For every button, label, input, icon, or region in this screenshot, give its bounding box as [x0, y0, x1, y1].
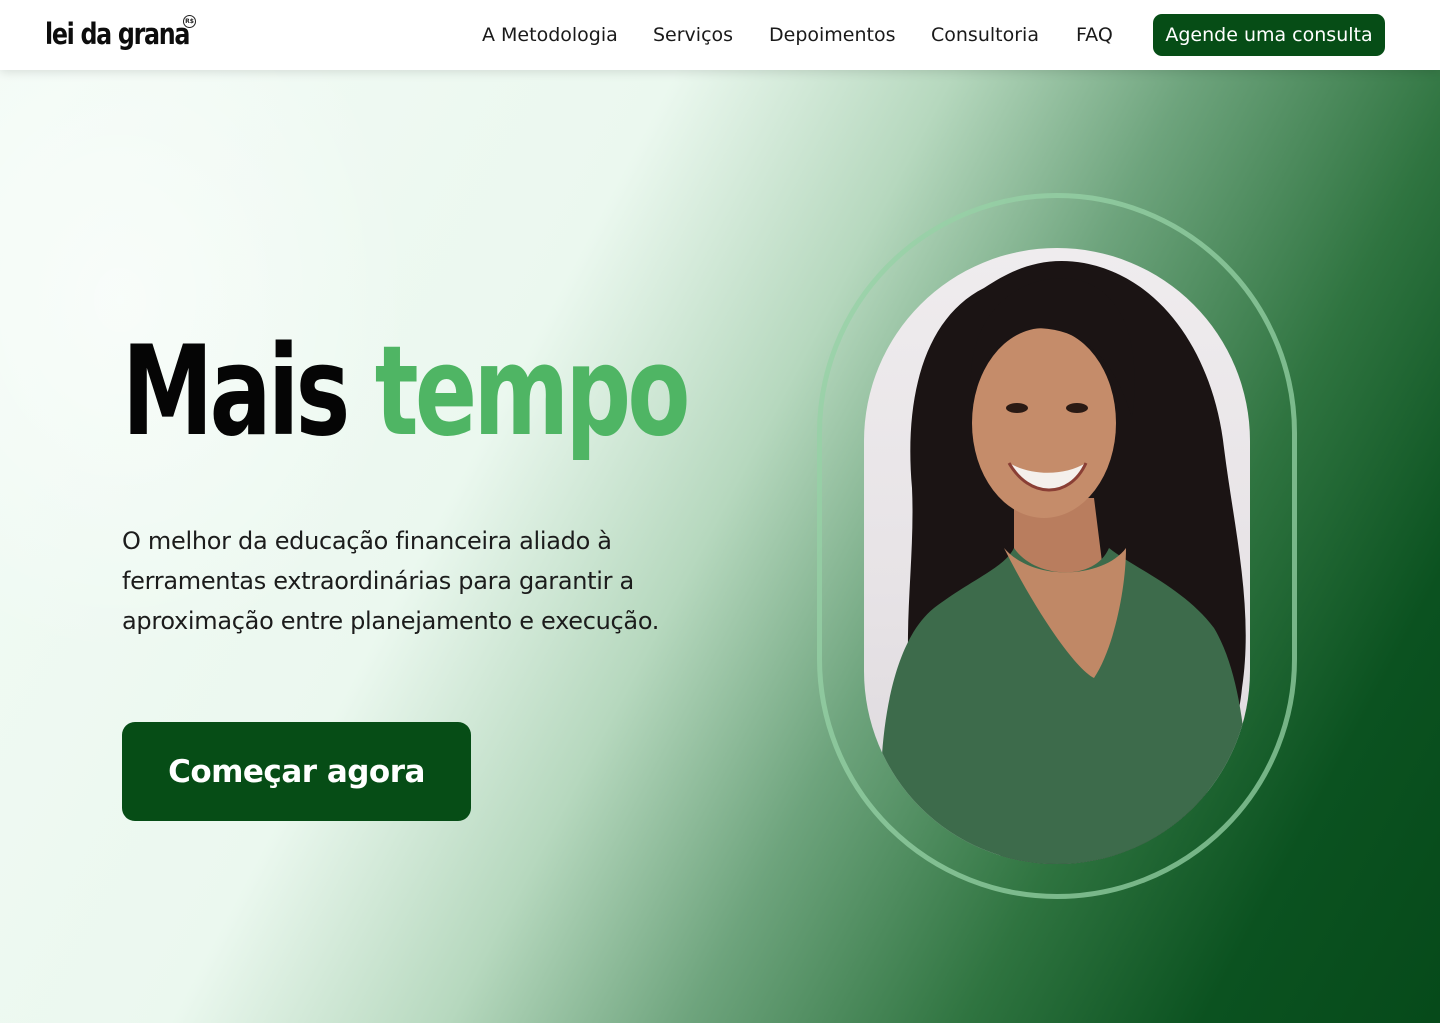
nav-link-consultoria[interactable]: Consultoria [931, 22, 1039, 48]
portrait-photo [864, 248, 1250, 864]
schedule-consultation-button[interactable]: Agende uma consulta [1153, 14, 1385, 56]
hero-headline: Mais tempo [122, 320, 691, 464]
brand-name: lei da grana [45, 17, 190, 51]
nav-link-faq[interactable]: FAQ [1076, 22, 1113, 48]
brand-logo[interactable]: lei da grana R$ [45, 14, 221, 54]
nav-link-servicos[interactable]: Serviços [653, 22, 733, 48]
start-now-button[interactable]: Começar agora [122, 722, 471, 821]
headline-word-2: tempo [374, 320, 691, 464]
site-header: lei da grana R$ A Metodologia Serviços D… [0, 0, 1440, 70]
nav-link-depoimentos[interactable]: Depoimentos [769, 22, 896, 48]
currency-badge-icon: R$ [183, 15, 196, 28]
hero-lead-text: O melhor da educação financeira aliado à… [122, 527, 660, 635]
headline-word-1: Mais [122, 320, 350, 464]
nav-link-metodologia[interactable]: A Metodologia [482, 22, 618, 48]
